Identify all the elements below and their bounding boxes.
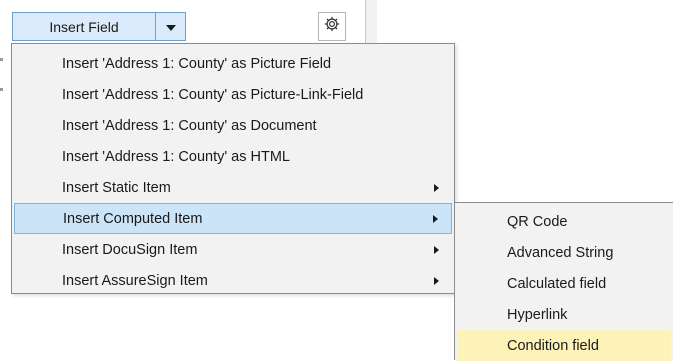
menu-item-label: Insert Computed Item	[63, 210, 203, 227]
menu-item-label: Insert 'Address 1: County' as Document	[62, 117, 317, 134]
menu-item-document[interactable]: Insert 'Address 1: County' as Document	[14, 110, 452, 141]
menu-item-label: Insert 'Address 1: County' as Picture Fi…	[62, 55, 332, 72]
submenu-arrow-icon	[434, 276, 439, 285]
gear-icon	[323, 15, 341, 38]
submenu-item-label: Advanced String	[507, 244, 614, 261]
menu-item-label: Insert Static Item	[62, 179, 171, 196]
panel-splitter[interactable]	[365, 0, 377, 48]
submenu-item-label: QR Code	[507, 213, 568, 230]
insert-field-button[interactable]: Insert Field	[13, 13, 156, 40]
submenu-arrow-icon	[434, 183, 439, 192]
panel-edge-mark	[0, 58, 3, 61]
menu-item-computed-item[interactable]: Insert Computed Item	[14, 203, 452, 234]
menu-item-label: Insert AssureSign Item	[62, 272, 208, 289]
panel-edge-mark	[0, 88, 3, 91]
menu-item-docusign-item[interactable]: Insert DocuSign Item	[14, 234, 452, 265]
menu-item-picture-link-field[interactable]: Insert 'Address 1: County' as Picture-Li…	[14, 79, 452, 110]
menu-item-picture-field[interactable]: Insert 'Address 1: County' as Picture Fi…	[14, 48, 452, 79]
submenu-arrow-icon	[434, 245, 439, 254]
menu-item-label: Insert 'Address 1: County' as HTML	[62, 148, 290, 165]
insert-field-label: Insert Field	[49, 18, 119, 35]
submenu-item-calculated-field[interactable]: Calculated field	[457, 268, 671, 299]
insert-field-dropdown-button[interactable]	[156, 13, 185, 40]
settings-button[interactable]	[318, 12, 346, 41]
submenu-item-label: Hyperlink	[507, 306, 568, 323]
insert-field-menu: Insert 'Address 1: County' as Picture Fi…	[11, 43, 455, 294]
submenu-item-advanced-string[interactable]: Advanced String	[457, 237, 671, 268]
submenu-item-condition-field[interactable]: Condition field	[457, 330, 671, 361]
submenu-arrow-icon	[433, 214, 438, 223]
submenu-item-qr-code[interactable]: QR Code	[457, 206, 671, 237]
menu-item-label: Insert 'Address 1: County' as Picture-Li…	[62, 86, 364, 103]
submenu-item-label: Condition field	[507, 337, 599, 354]
menu-item-html[interactable]: Insert 'Address 1: County' as HTML	[14, 141, 452, 172]
menu-item-label: Insert DocuSign Item	[62, 241, 198, 258]
submenu-item-hyperlink[interactable]: Hyperlink	[457, 299, 671, 330]
computed-item-submenu: QR Code Advanced String Calculated field…	[454, 202, 673, 361]
chevron-down-icon	[165, 18, 176, 36]
menu-item-assuresign-item[interactable]: Insert AssureSign Item	[14, 265, 452, 296]
submenu-item-label: Calculated field	[507, 275, 607, 292]
insert-field-split-button[interactable]: Insert Field	[12, 12, 186, 41]
menu-item-static-item[interactable]: Insert Static Item	[14, 172, 452, 203]
